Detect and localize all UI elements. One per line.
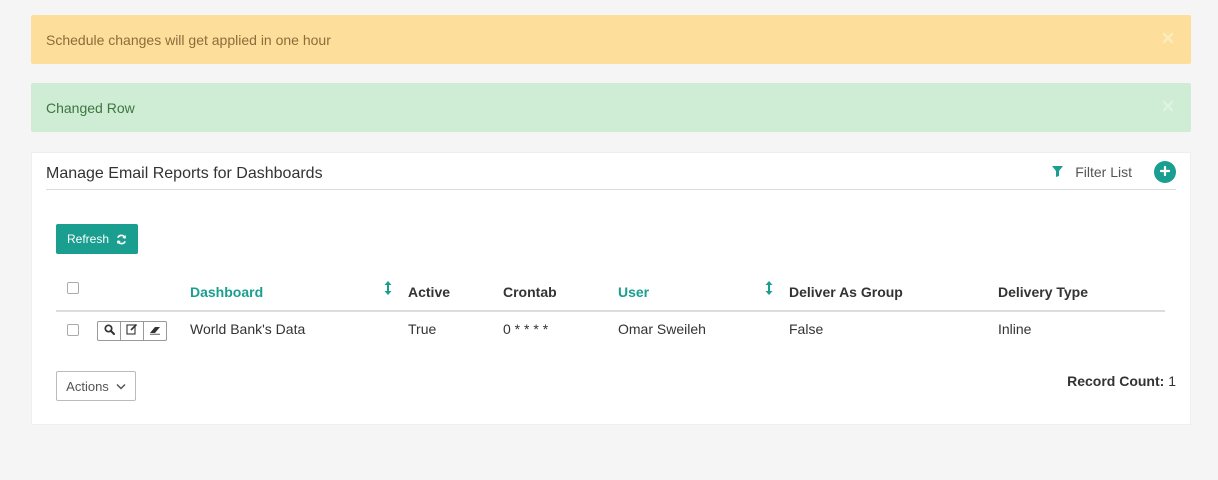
success-alert-text: Changed Row <box>46 99 135 116</box>
record-count-value: 1 <box>1168 373 1176 389</box>
row-checkbox[interactable] <box>67 324 79 336</box>
header-dashboard[interactable]: Dashboard <box>190 284 263 300</box>
header-crontab: Crontab <box>503 284 557 300</box>
edit-button[interactable] <box>120 321 144 341</box>
title-divider <box>46 189 1176 190</box>
cell-user: Omar Sweileh <box>618 321 706 337</box>
cell-dashboard: World Bank's Data <box>190 321 306 337</box>
header-deliver-as-group: Deliver As Group <box>789 284 903 300</box>
edit-icon <box>126 322 138 340</box>
plus-icon <box>1159 163 1171 181</box>
select-all-checkbox[interactable] <box>67 282 79 294</box>
refresh-button[interactable]: Refresh <box>56 224 138 254</box>
sort-icon[interactable] <box>384 280 392 301</box>
filter-icon <box>1052 164 1064 180</box>
actions-label: Actions <box>66 378 109 394</box>
sort-icon[interactable] <box>765 280 773 301</box>
view-button[interactable] <box>97 321 121 341</box>
row-actions <box>97 321 167 341</box>
close-icon[interactable] <box>1162 100 1174 112</box>
cell-delivery-type: Inline <box>998 321 1032 337</box>
delete-button[interactable] <box>143 321 167 341</box>
header-active: Active <box>408 284 451 300</box>
cell-active: True <box>408 321 437 337</box>
cell-crontab: 0 * * * * <box>503 321 549 337</box>
record-count-label: Record Count: <box>1067 373 1165 389</box>
panel-title: Manage Email Reports for Dashboards <box>46 165 323 182</box>
schedule-warning-alert: Schedule changes will get applied in one… <box>31 15 1191 64</box>
header-delivery-type: Delivery Type <box>998 284 1089 300</box>
actions-dropdown[interactable]: Actions <box>56 371 136 401</box>
close-icon[interactable] <box>1162 32 1174 44</box>
record-count: Record Count: 1 <box>1067 373 1176 389</box>
add-report-button[interactable] <box>1154 161 1176 183</box>
chevron-down-icon <box>116 383 126 390</box>
eraser-icon <box>149 322 161 340</box>
refresh-icon <box>116 234 127 245</box>
warning-alert-text: Schedule changes will get applied in one… <box>46 31 331 48</box>
header-user[interactable]: User <box>618 284 649 300</box>
filter-list-label: Filter List <box>1075 164 1132 180</box>
email-reports-panel: Manage Email Reports for Dashboards Filt… <box>31 152 1191 425</box>
table-header-divider <box>56 310 1165 312</box>
refresh-label: Refresh <box>66 232 110 246</box>
filter-list-button[interactable]: Filter List <box>1052 164 1132 180</box>
changed-row-alert: Changed Row <box>31 83 1191 132</box>
search-icon <box>103 322 115 340</box>
cell-deliver-as-group: False <box>789 321 824 337</box>
